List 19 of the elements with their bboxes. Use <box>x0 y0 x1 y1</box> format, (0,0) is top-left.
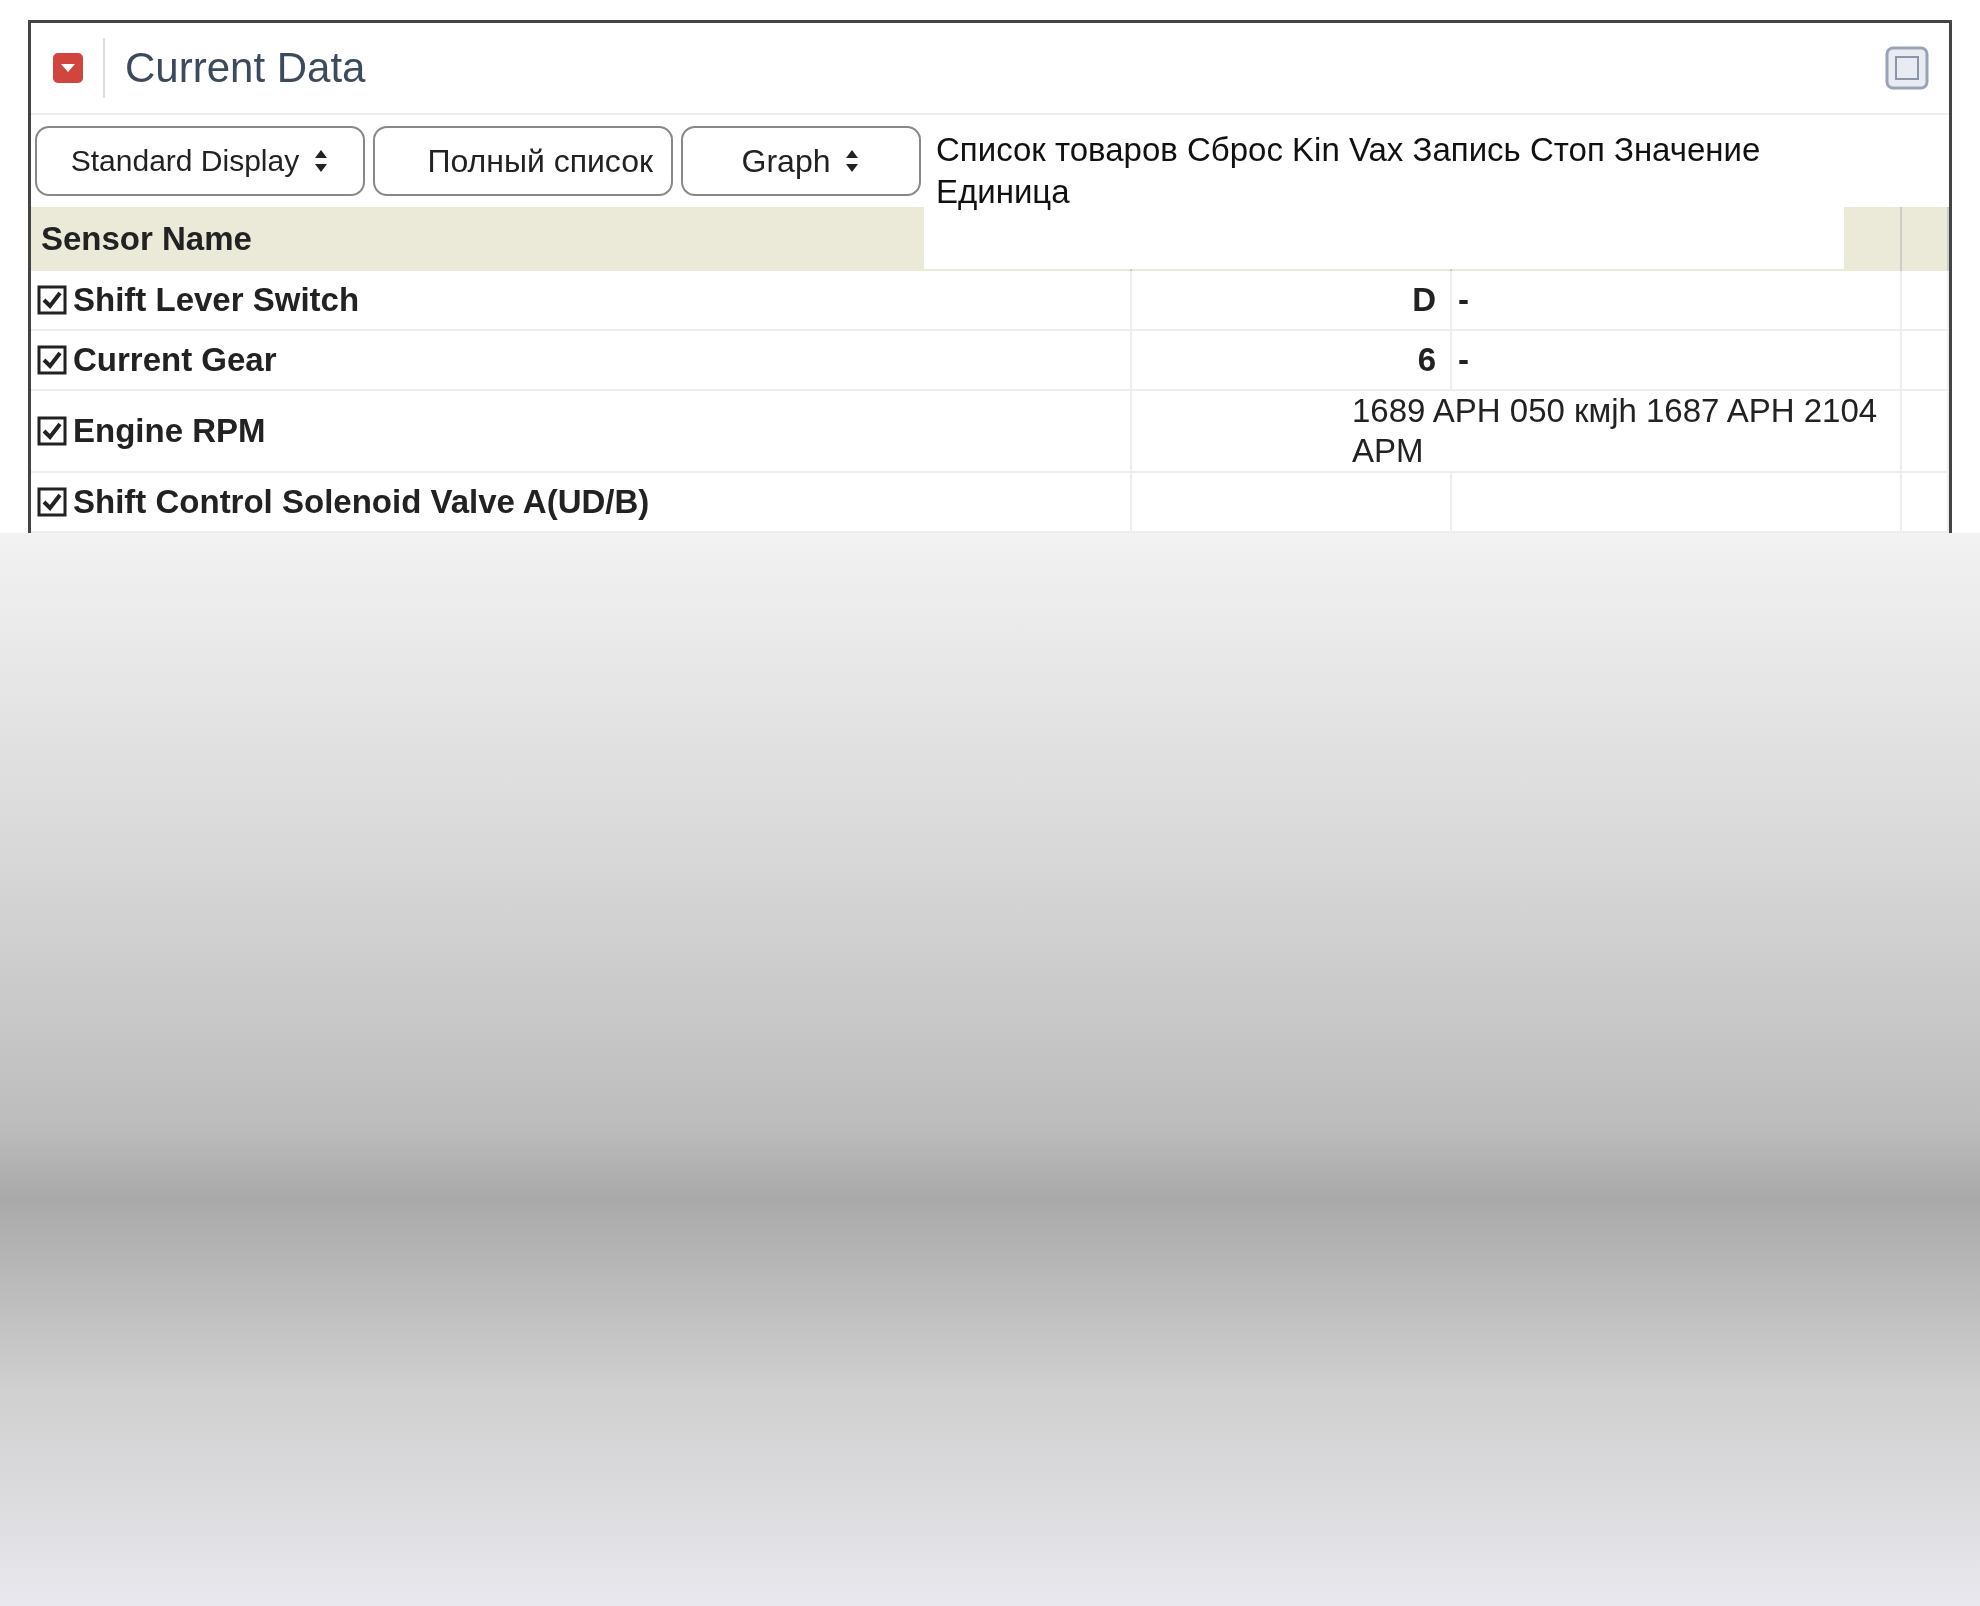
checkbox[interactable] <box>37 487 67 517</box>
value-text: 6 <box>1417 341 1436 378</box>
value-text: D <box>1412 281 1436 318</box>
unit-text: - <box>1458 281 1469 318</box>
value-text: 1689 APH 050 кмjh 1687 APH 2104 APM <box>1352 392 1878 469</box>
checkbox[interactable] <box>37 285 67 315</box>
collapse-icon[interactable] <box>51 51 85 85</box>
checkbox[interactable] <box>37 416 67 446</box>
checkbox[interactable] <box>37 345 67 375</box>
maximize-icon[interactable] <box>1885 46 1929 90</box>
window-title: Current Data <box>103 38 366 98</box>
unit-text: - <box>1458 341 1469 378</box>
list-button[interactable]: Полный список <box>373 126 673 196</box>
sensor-name: Shift Control Solenoid Valve A(UD/B) <box>73 483 650 521</box>
display-dropdown[interactable]: Graph <box>681 126 921 196</box>
display-dropdown[interactable]: Standard Display <box>35 126 365 196</box>
sensor-name: Shift Lever Switch <box>73 281 360 319</box>
sensor-name: Current Gear <box>73 341 277 379</box>
sensor-name: Engine RPM <box>73 412 266 450</box>
